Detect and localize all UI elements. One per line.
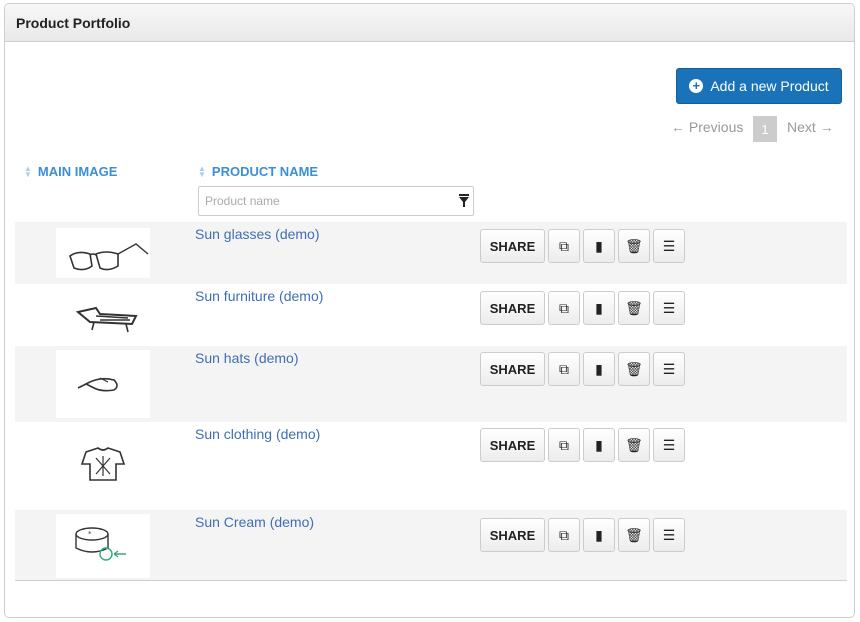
product-name-link[interactable]: Sun hats (demo) xyxy=(195,350,299,366)
share-button[interactable]: SHARE xyxy=(480,518,545,552)
product-name-filter-input[interactable] xyxy=(203,193,447,209)
sunglasses-image xyxy=(56,228,150,278)
book-icon[interactable]: ▮ xyxy=(583,518,615,552)
trash-icon[interactable]: 🗑 xyxy=(618,352,650,386)
trash-icon[interactable]: 🗑 xyxy=(618,291,650,325)
table-row: * Sun Cream (demo) SHARE ⧉ ▮ 🗑 ☰ xyxy=(15,510,847,580)
cream-jar-image: * xyxy=(56,514,150,578)
share-button[interactable]: SHARE xyxy=(480,428,545,462)
share-button[interactable]: SHARE xyxy=(480,352,545,386)
row-actions: SHARE ⧉ ▮ 🗑 ☰ xyxy=(480,428,688,462)
sort-icon: ▲ ▼ xyxy=(198,163,206,179)
current-page[interactable]: 1 xyxy=(753,116,777,142)
panel-title: Product Portfolio xyxy=(5,4,854,42)
next-page-link[interactable]: Next → xyxy=(787,119,834,135)
book-icon[interactable]: ▮ xyxy=(583,229,615,263)
previous-page-link[interactable]: ← Previous xyxy=(671,119,743,135)
product-name-link[interactable]: Sun Cream (demo) xyxy=(195,514,314,530)
trash-icon[interactable]: 🗑 xyxy=(618,428,650,462)
product-name-filter[interactable] xyxy=(198,186,474,216)
row-actions: SHARE ⧉ ▮ 🗑 ☰ xyxy=(480,229,688,263)
copy-icon[interactable]: ⧉ xyxy=(548,229,580,263)
copy-icon[interactable]: ⧉ xyxy=(548,291,580,325)
trash-icon[interactable]: 🗑 xyxy=(618,229,650,263)
book-icon[interactable]: ▮ xyxy=(583,352,615,386)
copy-icon[interactable]: ⧉ xyxy=(548,352,580,386)
trash-icon[interactable]: 🗑 xyxy=(618,518,650,552)
plus-circle-icon: + xyxy=(689,79,704,93)
add-product-label: Add a new Product xyxy=(710,78,829,94)
list-icon[interactable]: ☰ xyxy=(653,428,685,462)
product-name-link[interactable]: Sun furniture (demo) xyxy=(195,288,323,304)
sort-icon: ▲ ▼ xyxy=(24,163,32,179)
copy-icon[interactable]: ⧉ xyxy=(548,428,580,462)
table-row: Sun furniture (demo) SHARE ⧉ ▮ 🗑 ☰ xyxy=(15,284,847,346)
row-actions: SHARE ⧉ ▮ 🗑 ☰ xyxy=(480,291,688,325)
book-icon[interactable]: ▮ xyxy=(583,291,615,325)
row-actions: SHARE ⧉ ▮ 🗑 ☰ xyxy=(480,352,688,386)
svg-text:*: * xyxy=(88,530,92,538)
list-icon[interactable]: ☰ xyxy=(653,229,685,263)
list-icon[interactable]: ☰ xyxy=(653,352,685,386)
product-name-link[interactable]: Sun glasses (demo) xyxy=(195,226,320,242)
share-button[interactable]: SHARE xyxy=(480,229,545,263)
column-header-product-name[interactable]: ▲ ▼ PRODUCT NAME xyxy=(198,164,318,179)
add-product-button[interactable]: + Add a new Product xyxy=(676,68,842,104)
table-row: Sun glasses (demo) SHARE ⧉ ▮ 🗑 ☰ xyxy=(15,222,847,284)
list-icon[interactable]: ☰ xyxy=(653,291,685,325)
list-icon[interactable]: ☰ xyxy=(653,518,685,552)
copy-icon[interactable]: ⧉ xyxy=(548,518,580,552)
column-header-main-image[interactable]: ▲ ▼ MAIN IMAGE xyxy=(24,164,117,179)
table-row: Sun clothing (demo) SHARE ⧉ ▮ 🗑 ☰ xyxy=(15,422,847,510)
row-actions: SHARE ⧉ ▮ 🗑 ☰ xyxy=(480,518,688,552)
share-button[interactable]: SHARE xyxy=(480,291,545,325)
table-row: Sun hats (demo) SHARE ⧉ ▮ 🗑 ☰ xyxy=(15,346,847,422)
funnel-icon[interactable] xyxy=(459,194,469,208)
book-icon[interactable]: ▮ xyxy=(583,428,615,462)
sun-lounger-image xyxy=(56,290,150,340)
product-name-link[interactable]: Sun clothing (demo) xyxy=(195,426,320,442)
tshirt-image xyxy=(56,428,150,504)
cap-image xyxy=(56,350,150,418)
table-bottom-divider xyxy=(15,580,847,581)
